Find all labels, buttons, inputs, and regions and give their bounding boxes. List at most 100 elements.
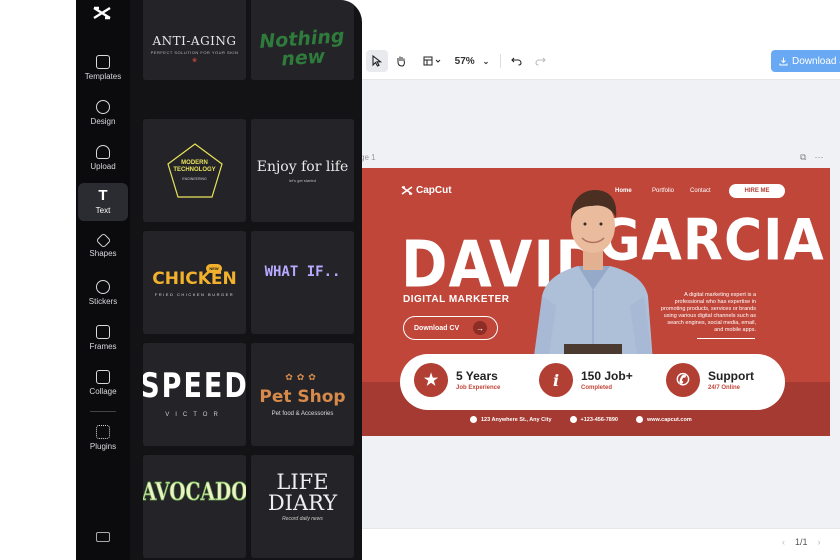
person-photo[interactable] <box>528 186 658 376</box>
prev-page-icon[interactable]: ‹ <box>782 537 785 547</box>
contact-phone: +123-456-7890 <box>569 416 618 423</box>
text-style-speed[interactable]: SPEED VICTOR <box>143 343 246 446</box>
tile-badge: NEW <box>206 264 222 273</box>
stat-title: 5 Years <box>456 369 498 383</box>
download-label: Download a <box>792 55 840 67</box>
tile-title: SPEED <box>143 367 246 406</box>
text-style-what-if[interactable]: WHAT IF.. <box>251 231 354 334</box>
design-brand-logo[interactable]: CapCut <box>401 185 452 196</box>
redo-button[interactable] <box>530 50 550 72</box>
rail-item-label: Design <box>90 117 116 126</box>
collage-icon <box>96 370 110 384</box>
text-style-anti-aging[interactable]: ANTI-AGING PERFECT SOLUTION FOR YOUR SKI… <box>143 0 246 80</box>
address-text: 123 Anywhere St., Any City <box>481 416 552 423</box>
rail-item-shapes[interactable]: Shapes <box>78 232 128 258</box>
location-icon <box>470 416 477 423</box>
contact-address: 123 Anywhere St., Any City <box>470 416 552 423</box>
rail-item-stickers[interactable]: Stickers <box>78 280 128 306</box>
design-brand-name: CapCut <box>416 185 452 196</box>
rail-item-templates[interactable]: Templates <box>78 55 128 81</box>
design-contact-row[interactable]: 123 Anywhere St., Any City +123-456-7890… <box>470 416 692 423</box>
capcut-app-logo[interactable] <box>92 6 112 24</box>
contact-web: www.capcut.com <box>635 416 692 423</box>
keyboard-icon[interactable] <box>96 532 110 542</box>
text-style-chicken[interactable]: NEW CHICKEN FRIED CHICKEN BURGER <box>143 231 246 334</box>
tile-title: Enjoy for life <box>256 158 349 175</box>
page-actions: ⧉ ⋯ <box>800 152 823 163</box>
text-style-life-diary[interactable]: LIFE DIARY Record daily news <box>251 455 354 558</box>
stat-title: 150 Job+ <box>581 369 633 383</box>
more-options-icon[interactable]: ⋯ <box>814 152 823 163</box>
tile-subtitle: PERFECT SOLUTION FOR YOUR SKIN <box>150 50 239 55</box>
templates-icon <box>96 55 110 69</box>
app-screen: 57% ⌄ Download a ge 1 ⧉ ⋯ CapCut Home Po… <box>0 0 840 560</box>
web-text: www.capcut.com <box>646 416 692 423</box>
tile-title: WHAT IF.. <box>264 263 341 280</box>
info-icon: i <box>539 363 573 397</box>
design-canvas[interactable]: CapCut Home Portfolio Contact HIRE ME DA… <box>360 168 830 436</box>
text-style-nothing-new[interactable]: Nothing new <box>251 0 354 80</box>
star-icon: ★ <box>414 363 448 397</box>
tile-title: Nothing new <box>259 25 347 71</box>
tile-subtitle: Record daily news <box>282 515 323 522</box>
page-label: ge 1 <box>360 153 376 162</box>
design-nav-contact[interactable]: Contact <box>690 188 711 194</box>
rail-item-upload[interactable]: Upload <box>78 145 128 171</box>
phone-icon: ✆ <box>666 363 700 397</box>
capcut-logo-icon <box>93 6 111 20</box>
rail-item-text[interactable]: T Text <box>78 183 128 221</box>
zoom-value: 57% <box>454 55 475 67</box>
text-style-pet-shop[interactable]: ✿✿✿ Pet Shop Pet food & Accessories <box>251 343 354 446</box>
rail-item-label: Stickers <box>88 297 118 306</box>
rail-item-label: Plugins <box>89 442 117 451</box>
tile-subtitle: FRIED CHICKEN BURGER <box>154 291 235 297</box>
tile-subtitle: Pet food & Accessories <box>271 411 334 417</box>
next-page-icon[interactable]: › <box>818 537 821 547</box>
tile-subtitle: let's get started <box>289 177 316 183</box>
tile-title: CHICKEN <box>152 268 237 289</box>
rail-item-label: Collage <box>89 387 117 396</box>
rail-item-collage[interactable]: Collage <box>78 370 128 396</box>
design-hire-button[interactable]: HIRE ME <box>729 184 785 198</box>
tile-title-line-2: new <box>280 45 326 71</box>
design-download-cv-button[interactable]: Download CV → <box>403 316 498 340</box>
tile-title: AVOCADO <box>143 477 246 507</box>
stat-support: ✆ Support 24/7 Online <box>666 363 754 397</box>
design-stats-bar[interactable]: ★ 5 Years Job Experience i 150 Job+ Comp… <box>400 354 785 410</box>
phone-small-icon <box>569 416 577 423</box>
rail-item-plugins[interactable]: Plugins <box>78 425 128 451</box>
text-style-enjoy-for-life[interactable]: Enjoy for life let's get started <box>251 119 354 222</box>
rail-item-frames[interactable]: Frames <box>78 325 128 351</box>
rail-item-label: Frames <box>89 342 117 351</box>
rail-item-design[interactable]: Design <box>78 100 128 126</box>
rail-item-label: Upload <box>90 162 116 171</box>
pentagon-frame-icon <box>167 143 223 198</box>
rail-item-label: Templates <box>84 72 122 81</box>
stat-sub: Job Experience <box>456 385 501 391</box>
select-tool-button[interactable] <box>366 50 388 72</box>
text-style-modern-technology[interactable]: MODERN TECHNOLOGY ENGINEERING <box>143 119 246 222</box>
mouse-cursor-icon <box>361 290 362 334</box>
page-count: 1/1 <box>795 537 808 547</box>
text-icon: T <box>98 187 108 204</box>
layout-menu-button[interactable] <box>420 50 446 72</box>
side-rail: Templates Design Upload T Text Shapes St… <box>76 0 130 560</box>
duplicate-page-icon[interactable]: ⧉ <box>800 152 806 163</box>
text-style-avocado[interactable]: AVOCADO <box>143 455 246 558</box>
frames-icon <box>96 325 110 339</box>
design-role[interactable]: DIGITAL MARKETER <box>403 294 510 305</box>
design-icon <box>96 100 110 114</box>
zoom-dropdown[interactable]: 57% ⌄ <box>450 50 494 72</box>
redo-icon <box>534 57 546 66</box>
download-cv-label: Download CV <box>414 324 460 332</box>
download-button[interactable]: Download a <box>771 50 840 72</box>
capcut-logo-icon <box>401 186 413 195</box>
editor-bottom-bar <box>300 528 840 560</box>
upload-cloud-icon <box>96 145 110 159</box>
rail-divider <box>90 411 116 412</box>
hand-tool-button[interactable] <box>390 50 412 72</box>
design-divider-line <box>697 338 755 339</box>
undo-button[interactable] <box>506 50 526 72</box>
design-description[interactable]: A digital marketing expert is a professi… <box>660 292 756 334</box>
shapes-icon <box>95 232 111 249</box>
